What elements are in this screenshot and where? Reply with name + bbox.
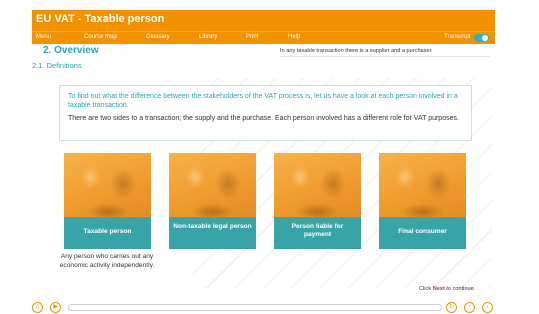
card-taxable-person[interactable]: Taxable person	[64, 153, 151, 249]
toggle-knob	[482, 35, 488, 41]
card-non-taxable-legal-person[interactable]: Non-taxable legal person	[169, 153, 256, 249]
card-label: Taxable person	[83, 228, 132, 235]
media-player: ♫ ▶ ↻ ‹ ›	[32, 301, 502, 314]
app-title: EU VAT - Taxable person	[36, 13, 165, 25]
menu-item-print[interactable]: Print	[246, 34, 258, 40]
menu-item-help[interactable]: Help	[288, 34, 300, 40]
next-icon[interactable]: ›	[482, 302, 493, 313]
transcript-text: In any taxable transaction there is a su…	[280, 48, 433, 54]
card-label: Non-taxable legal person	[173, 223, 252, 230]
hint-suffix: to continue.	[444, 286, 476, 292]
progress-bar[interactable]	[68, 304, 442, 311]
hint-prefix: Click	[419, 286, 433, 292]
play-icon[interactable]: ▶	[50, 302, 61, 313]
card-label-band	[169, 217, 256, 249]
course-window: EU VAT - Taxable person Menu Course map …	[32, 10, 495, 314]
menu-item-library[interactable]: Library	[199, 34, 217, 40]
divider	[280, 56, 490, 57]
menu-item-glossary[interactable]: Glossary	[146, 34, 170, 40]
menu-bar: Menu Course map Glossary Library Print H…	[32, 31, 495, 44]
menu-item-menu[interactable]: Menu	[36, 34, 51, 40]
replay-icon[interactable]: ↻	[446, 302, 457, 313]
card-final-consumer[interactable]: Final consumer	[379, 153, 466, 249]
people-photo-icon	[274, 153, 361, 217]
intro-lead-text: To find out what the difference between …	[68, 93, 458, 109]
next-hint: Click Next to continue.	[419, 286, 475, 292]
intro-box: To find out what the difference between …	[59, 85, 472, 141]
card-label: Final consumer	[398, 228, 447, 235]
people-photo-icon	[64, 153, 151, 217]
menu-item-course-map[interactable]: Course map	[84, 34, 117, 40]
card-person-liable-for-payment[interactable]: Person liable for payment	[274, 153, 361, 249]
card-label: Person liable for payment	[291, 223, 344, 238]
people-photo-icon	[169, 153, 256, 217]
people-photo-icon	[379, 153, 466, 217]
intro-body-text: There are two sides to a transaction; th…	[68, 115, 459, 122]
transcript-label: Transcript	[444, 34, 471, 40]
back-icon[interactable]: ‹	[464, 302, 475, 313]
audio-icon[interactable]: ♫	[32, 302, 43, 313]
section-title: 2. Overview	[43, 45, 99, 56]
transcript-toggle[interactable]	[474, 34, 489, 42]
card-description: Any person who carries out any economic …	[59, 253, 155, 269]
title-bar: EU VAT - Taxable person	[32, 10, 495, 31]
hint-next: Next	[432, 286, 445, 292]
subsection-title: 2.1. Definitions	[32, 61, 82, 70]
